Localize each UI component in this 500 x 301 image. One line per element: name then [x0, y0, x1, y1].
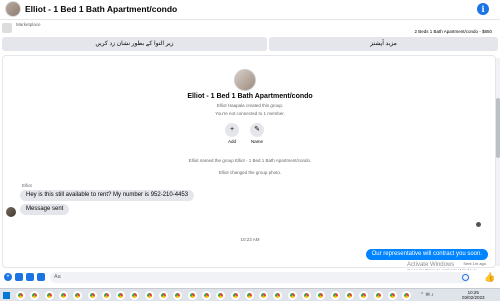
- group-named-event: Elliot named the group Elliot - 1 Bed 1 …: [188, 158, 312, 163]
- conversation-title[interactable]: Elliot - 1 Bed 1 Bath Apartment/condo: [25, 4, 177, 14]
- taskbar-app-icon[interactable]: [173, 291, 183, 300]
- taskbar-app-icon[interactable]: [58, 291, 68, 300]
- taskbar-app-icon[interactable]: [44, 291, 54, 300]
- listing-thumbnail: [2, 23, 12, 33]
- taskbar-app-icon[interactable]: [87, 291, 97, 300]
- photo-changed-event: Elliot changed the group photo.: [218, 170, 282, 175]
- taskbar-app-icon[interactable]: [130, 291, 140, 300]
- taskbar-app-icon[interactable]: [244, 291, 254, 300]
- connection-status-text: You're not connected to 1 member.: [215, 111, 285, 116]
- message-input[interactable]: Aa: [50, 272, 470, 283]
- windows-start-icon[interactable]: [3, 292, 10, 299]
- taskbar-app-icon[interactable]: [230, 291, 240, 300]
- taskbar-app-icon[interactable]: [330, 291, 340, 300]
- group-avatar: [234, 69, 256, 91]
- gif-icon[interactable]: [37, 273, 45, 281]
- taskbar-app-icon[interactable]: [344, 291, 354, 300]
- marketplace-label: Marketplace: [16, 22, 41, 27]
- add-label: Add: [227, 139, 236, 144]
- system-tray[interactable]: ⌃ ✉ ♪: [420, 292, 434, 298]
- taskbar-app-icon[interactable]: [201, 291, 211, 300]
- windows-taskbar: ⌃ ✉ ♪ 10:25 03/02/2023: [0, 288, 500, 301]
- taskbar-app-icon[interactable]: [73, 291, 83, 300]
- clock-date: 03/02/2023: [462, 295, 485, 300]
- taskbar-app-icon[interactable]: [302, 291, 311, 300]
- chat-header: Elliot - 1 Bed 1 Bath Apartment/condo i: [0, 0, 500, 20]
- taskbar-clock[interactable]: 10:25 03/02/2023: [462, 290, 485, 300]
- taskbar-app-icon[interactable]: [101, 291, 111, 300]
- group-created-text: Elliot Haapala created this group.: [216, 103, 284, 108]
- seen-avatar: [476, 222, 481, 227]
- marketplace-actions: زیر التوا کے بطور نشان زد کریں مزید آپشن…: [2, 37, 498, 52]
- conversation-avatar[interactable]: [5, 1, 21, 17]
- incoming-message[interactable]: Message sent: [20, 204, 70, 215]
- image-icon[interactable]: [15, 273, 23, 281]
- taskbar-app-icon[interactable]: [287, 291, 297, 300]
- taskbar-app-icon[interactable]: [216, 291, 226, 300]
- emoji-icon[interactable]: [462, 274, 469, 281]
- like-icon[interactable]: 👍: [484, 272, 495, 283]
- taskbar-app-icon[interactable]: [187, 291, 197, 300]
- marketplace-bar[interactable]: Marketplace 2 Beds 1 Bath Apartment/cond…: [0, 21, 500, 36]
- sender-avatar[interactable]: [6, 207, 16, 217]
- taskbar-app-icon[interactable]: [373, 291, 383, 300]
- taskbar-app-icon[interactable]: [402, 291, 412, 300]
- message-composer: + Aa 👍: [0, 270, 500, 286]
- taskbar-app-icon[interactable]: [159, 291, 168, 300]
- taskbar-app-icon[interactable]: [359, 291, 369, 300]
- pencil-icon: ✎: [254, 126, 260, 133]
- taskbar-app-icon[interactable]: [259, 291, 269, 300]
- taskbar-app-icon[interactable]: [273, 291, 283, 300]
- incoming-message[interactable]: Hey is this still available to rent? My …: [20, 190, 195, 201]
- outgoing-message[interactable]: Our representative will contract you soo…: [365, 249, 488, 260]
- taskbar-app-icon[interactable]: [116, 291, 126, 300]
- taskbar-app-icon[interactable]: [16, 291, 25, 300]
- sticker-icon[interactable]: [26, 273, 34, 281]
- more-options-button[interactable]: مزید آپشنز: [269, 37, 498, 51]
- taskbar-app-icon[interactable]: [144, 291, 154, 300]
- mark-pending-button[interactable]: زیر التوا کے بطور نشان زد کریں: [2, 37, 267, 51]
- taskbar-app-icon[interactable]: [316, 291, 326, 300]
- message-timestamp: 10:23 AM: [240, 237, 260, 242]
- group-title: Elliot - 1 Bed 1 Bath Apartment/condo: [187, 93, 313, 100]
- add-member-button[interactable]: +: [225, 123, 239, 137]
- plus-icon[interactable]: +: [4, 273, 12, 281]
- sender-name: Elliot: [22, 183, 32, 188]
- taskbar-app-icon[interactable]: [387, 291, 397, 300]
- listing-title[interactable]: 2 Beds 1 Bath Apartment/condo - $850: [414, 29, 492, 34]
- info-icon[interactable]: i: [477, 3, 489, 15]
- taskbar-app-icon[interactable]: [30, 291, 40, 300]
- name-group-button[interactable]: ✎: [250, 123, 264, 137]
- name-label: Name: [250, 139, 263, 144]
- person-add-icon: +: [229, 126, 235, 133]
